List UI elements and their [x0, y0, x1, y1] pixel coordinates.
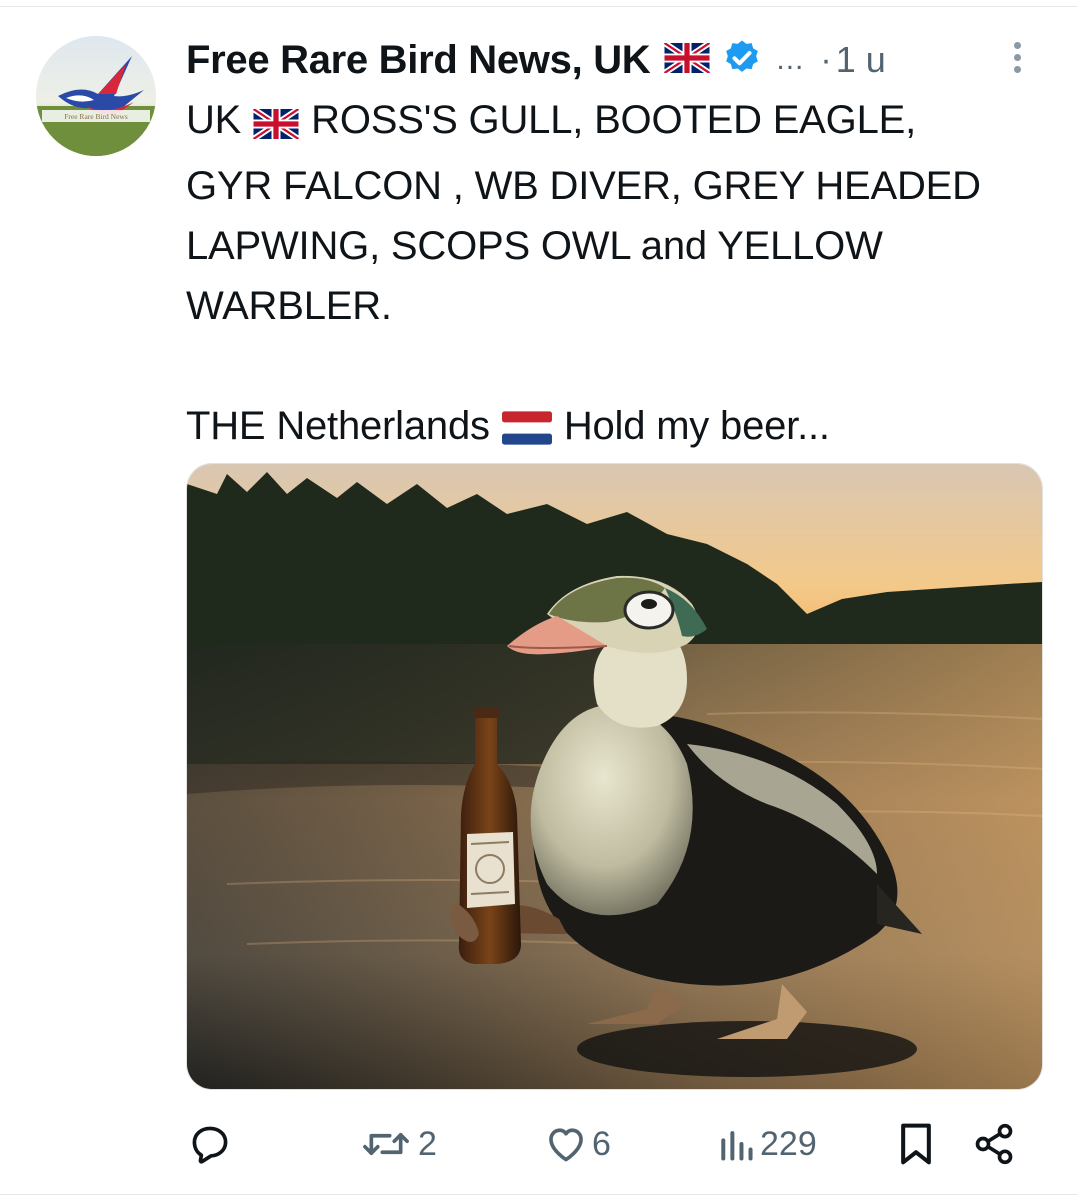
uk-flag-icon: [252, 96, 301, 156]
verified-badge-icon[interactable]: [722, 38, 762, 83]
duck-holding-beer-image: [187, 464, 1042, 1089]
top-divider: [0, 6, 1077, 7]
author-row: Free Rare Bird News, UK ... · 1 u: [186, 32, 886, 88]
post-time[interactable]: 1 u: [836, 39, 886, 81]
avatar[interactable]: Free Rare Bird News: [36, 36, 156, 156]
more-options-icon[interactable]: [1004, 38, 1030, 82]
reply-icon: [192, 1126, 228, 1164]
like-count: 6: [592, 1124, 611, 1163]
reply-button[interactable]: [188, 1112, 236, 1176]
author-name[interactable]: Free Rare Bird News, UK: [186, 38, 651, 83]
repost-icon: [363, 1133, 409, 1155]
bookmark-icon: [901, 1123, 931, 1165]
repost-button[interactable]: 2: [358, 1112, 437, 1176]
post-text: UK ROSS'S GULL, BOOTED EAGLE, GYR FALCON…: [186, 90, 1056, 462]
post-actions: 2 6 229: [186, 1112, 1036, 1176]
text-line-3: LAPWING, SCOPS OWL and YELLOW: [186, 224, 883, 268]
text-line-1: UK ROSS'S GULL, BOOTED EAGLE,: [186, 90, 1056, 156]
bottom-divider: [0, 1194, 1077, 1195]
post-media-image[interactable]: [186, 463, 1043, 1090]
repost-count: 2: [418, 1124, 437, 1163]
separator-dot: ·: [820, 40, 832, 79]
netherlands-flag-icon: [501, 402, 552, 462]
text-line-5-suffix: Hold my beer...: [563, 404, 830, 448]
text-line-5-prefix: THE Netherlands: [186, 404, 490, 448]
analytics-icon: [721, 1131, 753, 1161]
like-button[interactable]: 6: [544, 1112, 611, 1176]
text-line-1-prefix: UK: [186, 98, 242, 142]
share-icon: [975, 1123, 1013, 1165]
uk-flag-icon: [663, 40, 712, 78]
views-button[interactable]: 229: [716, 1112, 817, 1176]
avatar-text: Free Rare Bird News: [64, 112, 128, 121]
post-header: Free Rare Bird News, UK ... · 1 u: [186, 32, 1046, 88]
handle-truncated[interactable]: ...: [776, 43, 804, 77]
text-line-4: WARBLER.: [186, 284, 392, 328]
share-button[interactable]: [972, 1112, 1016, 1176]
bookmark-button[interactable]: [894, 1112, 938, 1176]
avatar-logo-icon: Free Rare Bird News: [36, 36, 156, 156]
text-line-1-suffix: ROSS'S GULL, BOOTED EAGLE,: [311, 98, 917, 142]
heart-icon: [549, 1128, 583, 1162]
text-line-5: THE Netherlands Hold my beer...: [186, 396, 1056, 462]
text-line-2: GYR FALCON , WB DIVER, GREY HEADED: [186, 164, 981, 208]
views-count: 229: [760, 1124, 817, 1163]
